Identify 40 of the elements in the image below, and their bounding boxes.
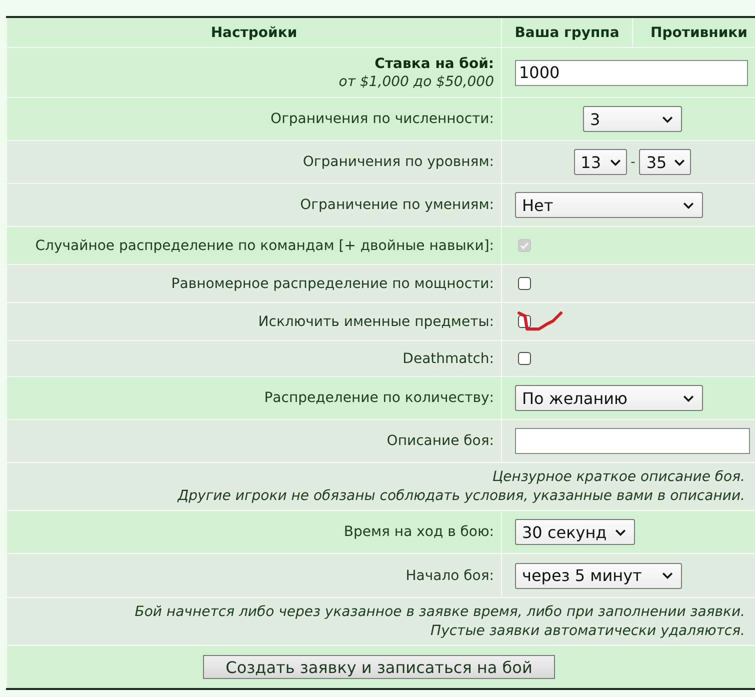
- field-label: Описание боя:: [386, 433, 494, 449]
- dropdown[interactable]: По желанию: [515, 385, 703, 411]
- chevron-down-icon: [662, 572, 673, 579]
- field-hint: от $1,000 до $50,000: [338, 74, 494, 90]
- hint-text: Пустые заявки автоматически удаляются.: [430, 622, 745, 640]
- chevron-down-icon: [662, 116, 673, 122]
- dropdown[interactable]: 35: [639, 149, 692, 175]
- chevron-down-icon: [683, 394, 694, 402]
- hint-text: Бой начнется либо через указанное в заявке время, либо при заполнении заявки.: [134, 602, 745, 622]
- hint-text: Цензурное краткое описание боя.: [492, 468, 745, 486]
- chevron-down-icon: [674, 158, 686, 166]
- field-label: Ограничения по уровням:: [302, 154, 494, 170]
- text-field[interactable]: 1000: [515, 60, 748, 86]
- column-header: Ваша группа: [514, 24, 620, 40]
- field-label: Начало боя:: [406, 568, 494, 584]
- chevron-down-icon: [683, 202, 694, 208]
- field-label: Время на ход в бою:: [344, 524, 494, 540]
- field-label: Deathmatch:: [402, 350, 494, 366]
- column-header: Противники: [650, 24, 748, 40]
- dropdown[interactable]: 3: [583, 106, 682, 132]
- chevron-down-icon: [610, 158, 621, 166]
- field-label: Ограничение по умениям:: [300, 197, 494, 213]
- dropdown[interactable]: через 5 минут: [515, 562, 682, 588]
- dropdown[interactable]: 30 секунд: [515, 519, 635, 545]
- field-label: Случайное распределение по командам [+ двойные навыки]:: [35, 238, 494, 254]
- field-label: Ставка на бой:: [374, 56, 494, 72]
- field-label: Равномерное распределение по мощности:: [171, 276, 494, 292]
- text-field[interactable]: [515, 428, 750, 454]
- field-label: Ограничения по численности:: [270, 111, 494, 127]
- field-label: Исключить именные предметы:: [258, 314, 494, 330]
- field-label: Распределение по количеству:: [264, 390, 494, 406]
- dropdown[interactable]: 13: [574, 149, 627, 175]
- dropdown[interactable]: Нет: [515, 192, 703, 218]
- chevron-down-icon: [614, 528, 626, 536]
- hint-text: Другие игроки не обязаны соблюдать условия, указанные вами в описании.: [178, 486, 745, 506]
- checkbox[interactable]: [518, 352, 531, 366]
- checkbox[interactable]: [518, 277, 531, 290]
- range-separator: -: [630, 154, 636, 170]
- create-request-button[interactable]: Создать заявку и записаться на бой: [203, 655, 555, 679]
- column-header: Настройки: [210, 24, 298, 40]
